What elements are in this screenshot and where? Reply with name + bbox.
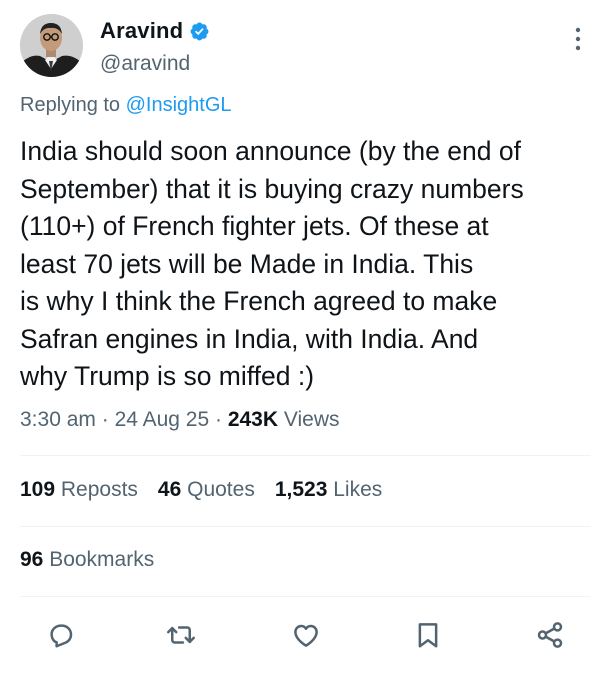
divider [20, 526, 591, 527]
tweet-date[interactable]: 24 Aug 25 [115, 408, 210, 431]
display-name[interactable]: Aravind [100, 18, 183, 44]
meta-separator: · [209, 408, 228, 431]
bookmark-icon [418, 623, 438, 648]
divider [20, 596, 591, 597]
verified-badge-icon [190, 22, 209, 40]
divider [20, 455, 591, 456]
like-button[interactable] [289, 618, 323, 652]
tweet: Aravind @aravind Replying to @InsightGL … [0, 0, 611, 679]
likes-label: Likes [327, 478, 383, 501]
tweet-header: Aravind @aravind [20, 10, 591, 80]
quotes-label: Quotes [181, 478, 255, 501]
bookmark-button[interactable] [411, 618, 445, 652]
replying-to: Replying to @InsightGL [20, 94, 232, 117]
reposts-stat[interactable]: 109 Reposts [20, 478, 138, 502]
views-count: 243K [227, 408, 279, 431]
share-icon [537, 622, 563, 648]
quotes-count: 46 [157, 478, 182, 501]
tweet-meta: 3:30 am · 24 Aug 25 · 243K Views [20, 408, 340, 432]
share-button[interactable] [533, 618, 567, 652]
reply-button[interactable] [44, 618, 78, 652]
name-row: Aravind [100, 18, 210, 44]
repost-button[interactable] [164, 618, 198, 652]
replying-prefix: Replying to [20, 94, 126, 116]
meta-separator: · [95, 408, 115, 431]
bookmarks-stat[interactable]: 96 Bookmarks [20, 548, 154, 572]
bookmarks-count: 96 [20, 548, 44, 571]
action-bar [0, 612, 611, 656]
reposts-label: Reposts [55, 478, 138, 501]
likes-count: 1,523 [274, 478, 328, 501]
bookmarks-label: Bookmarks [43, 548, 155, 571]
engagement-stats: 109 Reposts 46 Quotes 1,523 Likes [20, 478, 382, 502]
views-label: Views [278, 408, 340, 431]
avatar[interactable] [20, 14, 83, 77]
like-icon [294, 624, 318, 647]
more-options-icon[interactable] [573, 24, 583, 54]
repost-icon [167, 626, 195, 644]
reply-icon [50, 624, 73, 648]
reply-target-link[interactable]: @InsightGL [126, 94, 232, 116]
reposts-count: 109 [20, 478, 56, 501]
tweet-text: India should soon announce (by the end o… [20, 136, 524, 391]
handle[interactable]: @aravind [100, 52, 190, 76]
quotes-stat[interactable]: 46 Quotes [158, 478, 255, 502]
tweet-time[interactable]: 3:30 am [20, 408, 96, 431]
likes-stat[interactable]: 1,523 Likes [275, 478, 382, 502]
